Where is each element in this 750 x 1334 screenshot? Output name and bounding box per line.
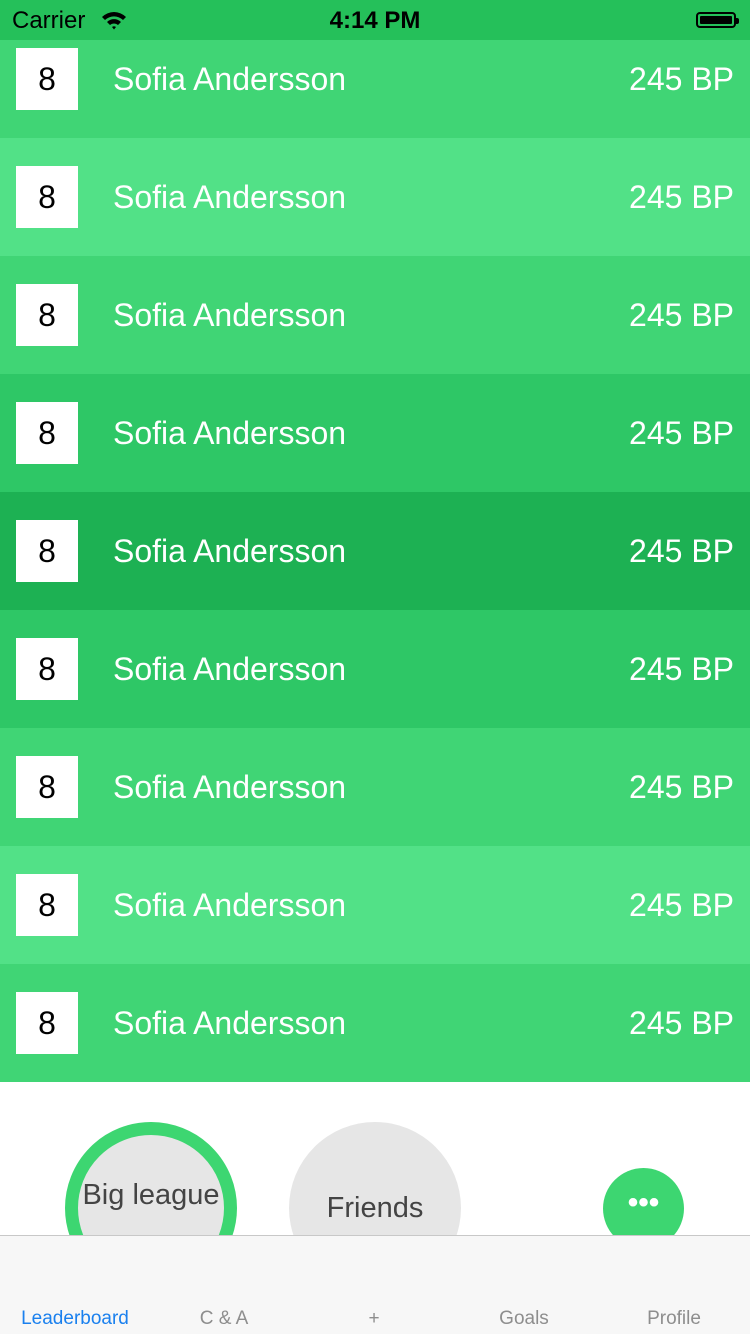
player-points: 245 BP (629, 769, 734, 805)
friends-filter-button[interactable]: Friends (289, 1122, 461, 1237)
tab-profile[interactable]: Profile (599, 1308, 749, 1330)
tab-plus[interactable]: + (299, 1308, 449, 1330)
player-name: Sofia Andersson (113, 887, 347, 923)
player-points: 245 BP (629, 1005, 734, 1041)
leaderboard-row[interactable]: 8 Sofia Andersson 245 BP (0, 610, 750, 728)
ellipsis-icon: ••• (627, 1186, 660, 1219)
player-name: Sofia Andersson (113, 415, 347, 451)
leaderboard-row[interactable]: 8 Sofia Andersson 245 BP (0, 256, 750, 374)
status-time: 4:14 PM (329, 7, 421, 34)
player-name: Sofia Andersson (113, 297, 347, 333)
tab-c-and-a[interactable]: C & A (149, 1308, 299, 1330)
league-filter-bar: Big league Friends ••• (0, 1082, 750, 1237)
rank-badge: 8 (16, 402, 78, 464)
rank-badge: 8 (16, 874, 78, 936)
rank-badge: 8 (16, 992, 78, 1054)
player-points: 245 BP (629, 533, 734, 569)
leaderboard-row[interactable]: 8 Sofia Andersson 245 BP (0, 138, 750, 256)
tab-bar: Leaderboard C & A + Goals Profile (0, 1235, 750, 1334)
status-bar: Carrier 4:14 PM (0, 0, 750, 40)
rank-badge: 8 (16, 520, 78, 582)
leaderboard-row[interactable]: 8 Sofia Andersson 245 BP (0, 728, 750, 846)
tab-goals[interactable]: Goals (449, 1308, 599, 1330)
player-points: 245 BP (629, 651, 734, 687)
rank-badge: 8 (16, 756, 78, 818)
player-points: 245 BP (629, 179, 734, 215)
player-points: 245 BP (629, 887, 734, 923)
player-name: Sofia Andersson (113, 179, 347, 215)
player-name: Sofia Andersson (113, 533, 347, 569)
player-name: Sofia Andersson (113, 769, 347, 805)
player-name: Sofia Andersson (113, 651, 347, 687)
leaderboard-row[interactable]: 8 Sofia Andersson 245 BP (0, 492, 750, 610)
player-points: 245 BP (629, 297, 734, 333)
leaderboard-row[interactable]: 8 Sofia Andersson 245 BP (0, 374, 750, 492)
leaderboard-row[interactable]: 8 Sofia Andersson 245 BP (0, 846, 750, 964)
rank-badge: 8 (16, 638, 78, 700)
player-name: Sofia Andersson (113, 1005, 347, 1041)
big-league-filter-button[interactable]: Big league (65, 1122, 237, 1237)
player-points: 245 BP (629, 415, 734, 451)
battery-icon (696, 12, 739, 28)
rank-badge: 8 (16, 284, 78, 346)
leaderboard-row[interactable]: 8 Sofia Andersson 245 BP (0, 964, 750, 1082)
tab-leaderboard[interactable]: Leaderboard (0, 1308, 150, 1330)
rank-badge: 8 (16, 166, 78, 228)
more-options-button[interactable]: ••• (603, 1168, 684, 1237)
rank-badge: 8 (16, 48, 78, 110)
leaderboard-list: 8 Sofia Andersson 245 BP 8 Sofia Anderss… (0, 20, 750, 1082)
